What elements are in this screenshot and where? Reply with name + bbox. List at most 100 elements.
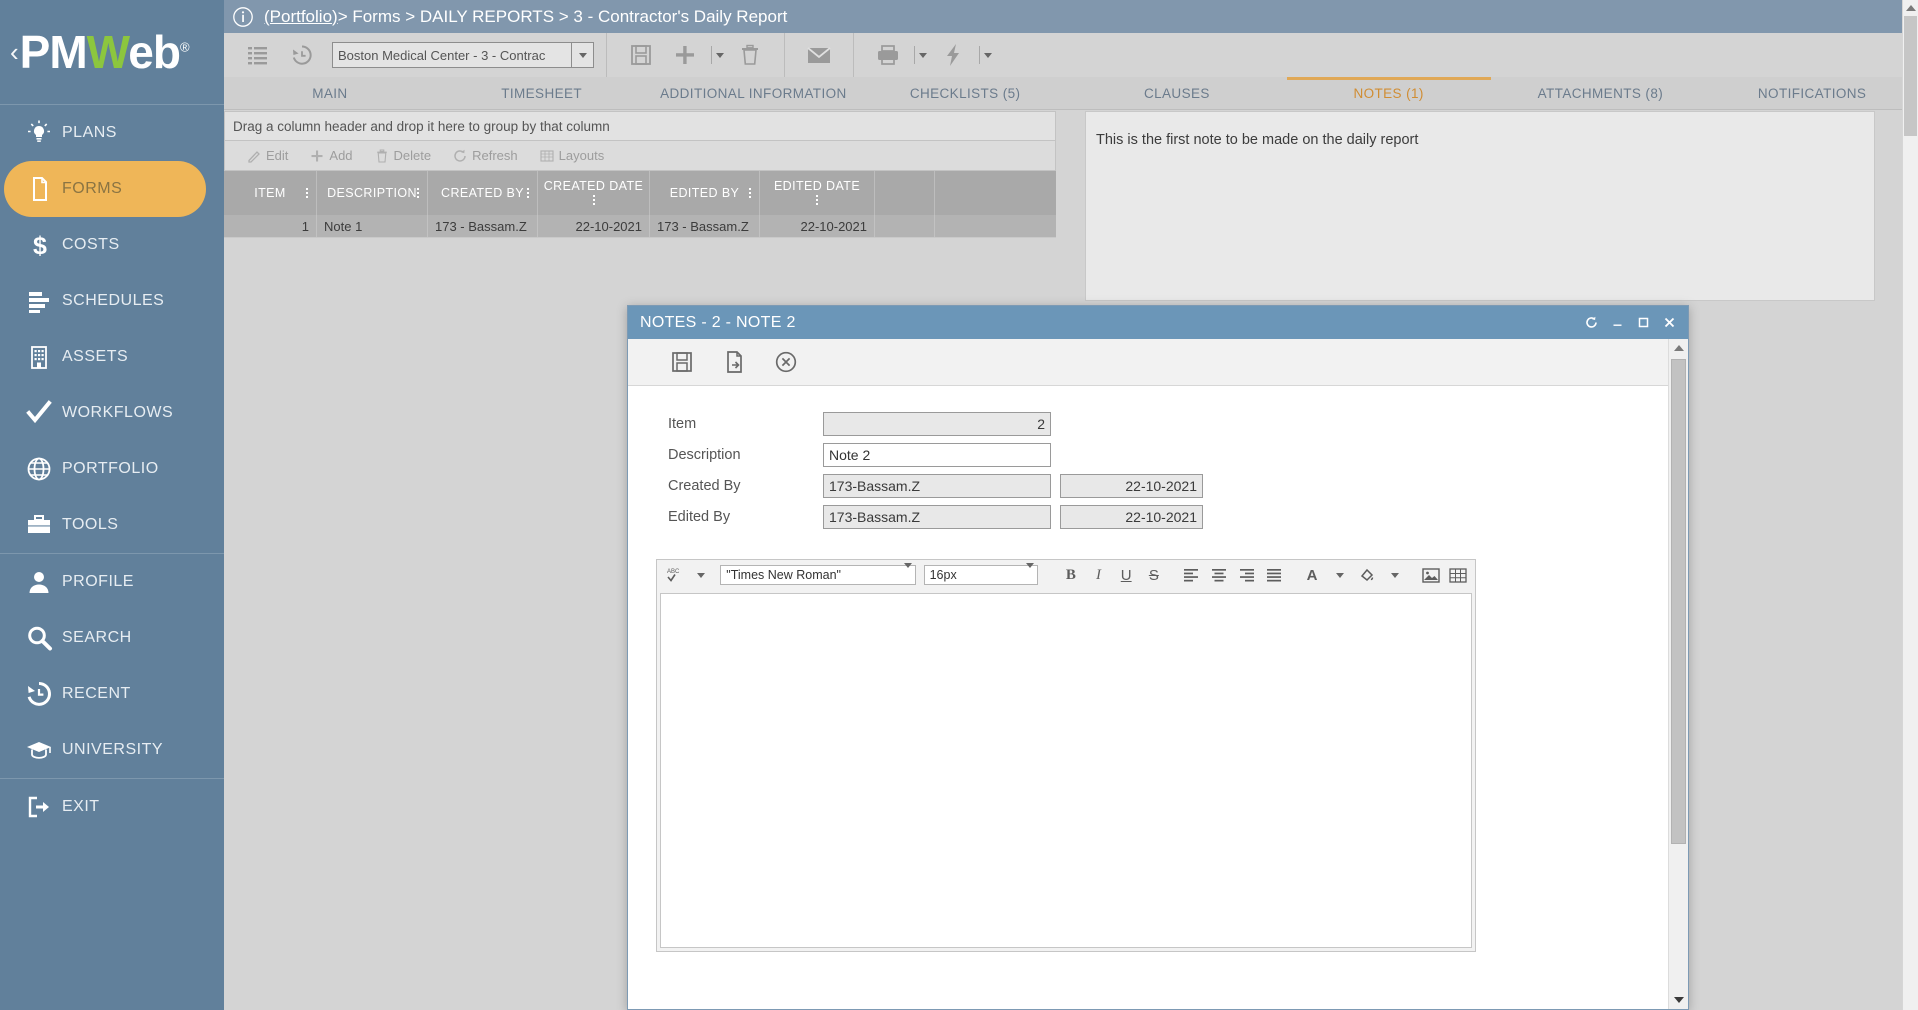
strikethrough-button[interactable]: S [1141,563,1167,587]
bold-button[interactable]: B [1058,563,1084,587]
list-view-icon[interactable] [236,38,280,72]
print-dropdown-toggle[interactable] [910,38,931,72]
save-and-new-icon[interactable] [708,342,760,382]
insert-image-button[interactable] [1418,563,1444,587]
editor-content-area[interactable] [660,593,1472,948]
font-family-select[interactable]: "Times New Roman" [720,563,916,585]
sidebar-item-forms[interactable]: FORMS [4,161,206,217]
sidebar-item-assets[interactable]: ASSETS [0,329,224,385]
sidebar-item-exit[interactable]: EXIT [0,779,224,835]
close-icon[interactable] [1656,310,1682,336]
refresh-icon[interactable] [1578,310,1604,336]
project-select[interactable]: Boston Medical Center - 3 - Contrac [332,42,594,68]
font-color-dropdown-toggle[interactable] [1327,563,1353,587]
tab-attachments-8[interactable]: ATTACHMENTS (8) [1495,77,1707,109]
info-icon[interactable] [232,6,254,28]
sidebar-item-costs[interactable]: $ COSTS [0,217,224,273]
grid-layouts-button[interactable]: Layouts [540,148,604,163]
sidebar-item-plans[interactable]: PLANS [0,105,224,161]
column-header-description[interactable]: DESCRIPTION [317,171,428,215]
chevron-down-icon[interactable] [1026,563,1035,582]
column-menu-icon[interactable] [592,194,595,205]
group-by-dropzone[interactable]: Drag a column header and drop it here to… [224,111,1056,141]
tab-clauses[interactable]: CLAUSES [1071,77,1283,109]
tab-timesheet[interactable]: TIMESHEET [436,77,648,109]
save-disk-icon[interactable] [619,38,663,72]
font-size-select[interactable]: 16px [923,563,1039,585]
lightning-bolt-icon[interactable] [931,38,975,72]
minimize-icon[interactable] [1604,310,1630,336]
page-scrollbar-thumb[interactable] [1904,16,1917,136]
italic-button[interactable]: I [1086,563,1112,587]
column-menu-icon[interactable] [306,188,308,198]
page-scroll-up-icon[interactable] [1903,0,1918,16]
align-justify-button[interactable] [1262,563,1288,587]
dialog-scrollbar[interactable] [1668,339,1688,1009]
envelope-mail-icon[interactable] [797,38,841,72]
graduation-cap-icon [16,733,62,767]
maximize-icon[interactable] [1630,310,1656,336]
page-scrollbar[interactable] [1902,0,1918,1010]
column-menu-icon[interactable] [816,194,818,205]
column-menu-icon[interactable] [527,188,529,198]
save-disk-icon[interactable] [656,342,708,382]
tab-notes-1[interactable]: NOTES (1) [1283,77,1495,109]
column-header-edited-by[interactable]: EDITED BY [650,171,760,215]
underline-button[interactable]: U [1113,563,1139,587]
workflow-dropdown-toggle[interactable] [975,38,996,72]
scrollbar-thumb[interactable] [1671,359,1686,844]
tab-checklists-5[interactable]: CHECKLISTS (5) [859,77,1071,109]
pmweb-logo[interactable]: ‹ PMWeb® [0,0,224,104]
sidebar-item-recent[interactable]: RECENT [0,666,224,722]
font-color-button[interactable]: A [1299,563,1325,587]
column-header-item[interactable]: ITEM [224,171,317,215]
column-header-created-date[interactable]: CREATED DATE [538,171,650,215]
grid-edit-button[interactable]: Edit [247,148,288,163]
align-center-button[interactable] [1206,563,1232,587]
sidebar-item-university[interactable]: UNIVERSITY [0,722,224,778]
tab-main[interactable]: MAIN [224,77,436,109]
description-field[interactable]: Note 2 [823,443,1051,467]
column-header-created-by[interactable]: CREATED BY [428,171,538,215]
tab-notifications[interactable]: NOTIFICATIONS [1706,77,1918,109]
sidebar-item-schedules[interactable]: SCHEDULES [0,273,224,329]
table-row[interactable]: 1 Note 1 173 - Bassam.Z 22-10-2021 173 - Bas… [224,215,1056,238]
highlight-color-dropdown-toggle[interactable] [1382,563,1408,587]
history-clock-icon[interactable] [280,38,324,72]
column-header-edited-date[interactable]: EDITED DATE [760,171,875,215]
grid-refresh-button[interactable]: Refresh [453,148,518,163]
tab-additional-information[interactable]: ADDITIONAL INFORMATION [648,77,860,109]
sidebar-item-workflows[interactable]: WORKFLOWS [0,385,224,441]
trash-delete-icon[interactable] [728,38,772,72]
scroll-down-arrow-icon[interactable] [1669,991,1688,1009]
align-left-button[interactable] [1179,563,1205,587]
sidebar-item-tools[interactable]: TOOLS [0,497,224,553]
sidebar-item-profile[interactable]: PROFILE [0,554,224,610]
column-header-blank[interactable] [875,171,935,215]
grid-delete-button[interactable]: Delete [375,148,431,163]
sidebar-item-label: UNIVERSITY [62,741,164,758]
dialog-title-bar[interactable]: NOTES - 2 - NOTE 2 [628,306,1688,339]
plus-add-icon[interactable] [663,38,707,72]
scroll-up-arrow-icon[interactable] [1669,339,1688,357]
column-menu-icon[interactable] [417,188,419,198]
grid-add-button[interactable]: Add [310,148,353,163]
sidebar-item-label: ASSETS [62,348,129,365]
add-dropdown-toggle[interactable] [707,38,728,72]
highlight-color-button[interactable] [1355,563,1381,587]
insert-table-button[interactable] [1445,563,1471,587]
column-menu-icon[interactable] [749,188,751,198]
sidebar-item-search[interactable]: SEARCH [0,610,224,666]
sidebar-collapse-chevron-icon[interactable]: ‹ [10,39,19,65]
breadcrumb-portfolio-link[interactable]: (Portfolio) [264,7,338,27]
item-field[interactable]: 2 [823,412,1051,436]
printer-icon[interactable] [866,38,910,72]
spellcheck-abc-icon[interactable]: ABC [661,563,687,587]
spellcheck-dropdown-toggle[interactable] [689,563,715,587]
align-right-button[interactable] [1234,563,1260,587]
sidebar-item-portfolio[interactable]: PORTFOLIO [0,441,224,497]
chevron-down-icon[interactable] [903,563,912,582]
breadcrumb-path: > Forms > DAILY REPORTS > 3 - Contractor… [337,6,788,26]
cancel-circle-icon[interactable] [760,342,812,382]
chevron-down-icon[interactable] [571,43,593,67]
